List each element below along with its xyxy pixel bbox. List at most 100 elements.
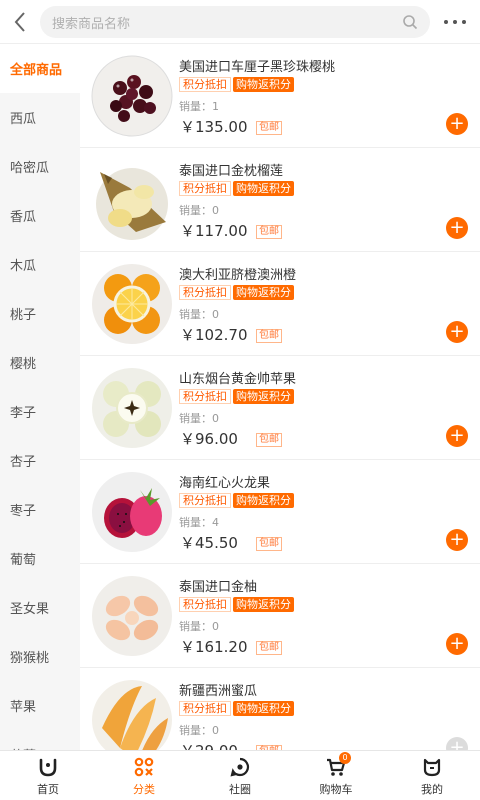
category-item[interactable]: 樱桃 xyxy=(0,338,80,387)
add-to-cart-button[interactable]: + xyxy=(446,425,468,447)
dot-icon xyxy=(462,20,466,24)
category-label: 樱桃 xyxy=(10,357,37,372)
category-item[interactable]: 桃子 xyxy=(0,289,80,338)
chevron-left-icon xyxy=(14,11,25,32)
cart-count-badge: 0 xyxy=(339,751,351,764)
dragon-fruit-image xyxy=(92,472,172,552)
product-tags: 积分抵扣 购物返积分 xyxy=(179,285,294,300)
points-rebate-tag: 购物返积分 xyxy=(233,285,294,300)
category-item[interactable]: 苹果 xyxy=(0,681,80,730)
add-to-cart-button[interactable]: + xyxy=(446,737,468,750)
category-item[interactable]: 木瓜 xyxy=(0,240,80,289)
category-grid-icon xyxy=(132,755,156,779)
product-price: ￥29.00 xyxy=(180,740,238,750)
category-label: 圣女果 xyxy=(10,602,50,617)
dot-icon xyxy=(453,20,457,24)
category-item[interactable]: 杏子 xyxy=(0,436,80,485)
tab-label: 我的 xyxy=(421,782,443,796)
product-sales: 销量：4 xyxy=(179,516,219,529)
back-button[interactable] xyxy=(0,0,40,44)
product-item[interactable]: 山东烟台黄金帅苹果 积分抵扣 购物返积分 销量：0 ￥96.00 包邮 + xyxy=(80,356,480,460)
points-deduct-tag: 积分抵扣 xyxy=(179,77,231,92)
home-icon xyxy=(36,755,60,779)
product-price: ￥161.20 xyxy=(180,638,248,656)
tab-label: 购物车 xyxy=(319,782,353,796)
points-deduct-tag: 积分抵扣 xyxy=(179,285,231,300)
product-name: 新疆西洲蜜瓜 xyxy=(179,684,258,699)
product-item[interactable]: 泰国进口金枕榴莲 积分抵扣 购物返积分 销量：0 ￥117.00 包邮 + xyxy=(80,148,480,252)
orange-image xyxy=(92,264,172,344)
category-label: 葡萄 xyxy=(10,553,37,568)
product-tags: 积分抵扣 购物返积分 xyxy=(179,389,294,404)
free-shipping-tag: 包邮 xyxy=(256,537,282,551)
product-sales: 销量：0 xyxy=(179,204,219,217)
category-item[interactable]: 香瓜 xyxy=(0,191,80,240)
category-item[interactable]: 枣子 xyxy=(0,485,80,534)
category-item[interactable]: 全部商品 xyxy=(0,44,80,93)
product-name: 泰国进口金枕榴莲 xyxy=(179,164,284,179)
product-price: ￥102.70 xyxy=(180,326,248,344)
add-to-cart-button[interactable]: + xyxy=(446,113,468,135)
category-item[interactable]: 猕猴桃 xyxy=(0,632,80,681)
tab-label: 社圈 xyxy=(229,782,251,796)
product-sales: 销量：0 xyxy=(179,308,219,321)
points-rebate-tag: 购物返积分 xyxy=(233,597,294,612)
product-price: ￥135.00 xyxy=(180,118,248,136)
dot-icon xyxy=(444,20,448,24)
points-rebate-tag: 购物返积分 xyxy=(233,77,294,92)
category-item[interactable]: 圣女果 xyxy=(0,583,80,632)
product-sales: 销量：1 xyxy=(179,100,219,113)
top-bar: 搜索商品名称 xyxy=(0,0,480,44)
search-input[interactable]: 搜索商品名称 xyxy=(40,6,430,38)
add-to-cart-button[interactable]: + xyxy=(446,217,468,239)
product-list: 美国进口车厘子黑珍珠樱桃 积分抵扣 购物返积分 销量：1 ￥135.00 包邮 … xyxy=(80,44,480,750)
pomelo-image xyxy=(92,576,172,656)
cherry-image xyxy=(91,55,173,137)
free-shipping-tag: 包邮 xyxy=(256,225,282,239)
category-item[interactable]: 葡萄 xyxy=(0,534,80,583)
tab-category[interactable]: 分类 xyxy=(96,751,192,800)
category-item[interactable]: 哈密瓜 xyxy=(0,142,80,191)
plus-icon: + xyxy=(449,113,465,134)
category-label: 西瓜 xyxy=(10,112,37,127)
product-item[interactable]: 海南红心火龙果 积分抵扣 购物返积分 销量：4 ￥45.50 包邮 + xyxy=(80,460,480,564)
more-menu-button[interactable] xyxy=(444,12,466,32)
plus-icon: + xyxy=(449,737,465,750)
profile-icon xyxy=(420,755,444,779)
search-icon[interactable] xyxy=(402,14,418,30)
durian-image xyxy=(96,168,168,240)
category-label: 香瓜 xyxy=(10,210,37,225)
product-name: 美国进口车厘子黑珍珠樱桃 xyxy=(179,60,336,75)
tab-community[interactable]: 社圈 xyxy=(192,751,288,800)
points-rebate-tag: 购物返积分 xyxy=(233,701,294,716)
product-name: 山东烟台黄金帅苹果 xyxy=(179,372,297,387)
category-item[interactable]: 西瓜 xyxy=(0,93,80,142)
tab-home[interactable]: 首页 xyxy=(0,751,96,800)
product-sales: 销量：0 xyxy=(179,620,219,633)
product-item[interactable]: 泰国进口金柚 积分抵扣 购物返积分 销量：0 ￥161.20 包邮 + xyxy=(80,564,480,668)
search-placeholder: 搜索商品名称 xyxy=(52,16,131,32)
free-shipping-tag: 包邮 xyxy=(256,121,282,135)
category-label: 木瓜 xyxy=(10,259,37,274)
add-to-cart-button[interactable]: + xyxy=(446,633,468,655)
product-item[interactable]: 新疆西洲蜜瓜 积分抵扣 购物返积分 销量：0 ￥29.00 包邮 + xyxy=(80,668,480,750)
tab-profile[interactable]: 我的 xyxy=(384,751,480,800)
category-label: 李子 xyxy=(10,406,37,421)
product-sales: 销量：0 xyxy=(179,724,219,737)
category-item[interactable]: 李子 xyxy=(0,387,80,436)
tab-label: 分类 xyxy=(133,782,155,796)
tab-cart[interactable]: 0 购物车 xyxy=(288,751,384,800)
product-name: 澳大利亚脐橙澳洲橙 xyxy=(179,268,297,283)
apple-image xyxy=(92,368,172,448)
product-item[interactable]: 美国进口车厘子黑珍珠樱桃 积分抵扣 购物返积分 销量：1 ￥135.00 包邮 … xyxy=(80,44,480,148)
category-label: 杏子 xyxy=(10,455,37,470)
add-to-cart-button[interactable]: + xyxy=(446,321,468,343)
product-tags: 积分抵扣 购物返积分 xyxy=(179,181,294,196)
category-label: 哈密瓜 xyxy=(10,161,50,176)
category-item[interactable]: 草莓 xyxy=(0,730,80,750)
add-to-cart-button[interactable]: + xyxy=(446,529,468,551)
product-item[interactable]: 澳大利亚脐橙澳洲橙 积分抵扣 购物返积分 销量：0 ￥102.70 包邮 + xyxy=(80,252,480,356)
points-rebate-tag: 购物返积分 xyxy=(233,493,294,508)
points-deduct-tag: 积分抵扣 xyxy=(179,597,231,612)
product-tags: 积分抵扣 购物返积分 xyxy=(179,493,294,508)
